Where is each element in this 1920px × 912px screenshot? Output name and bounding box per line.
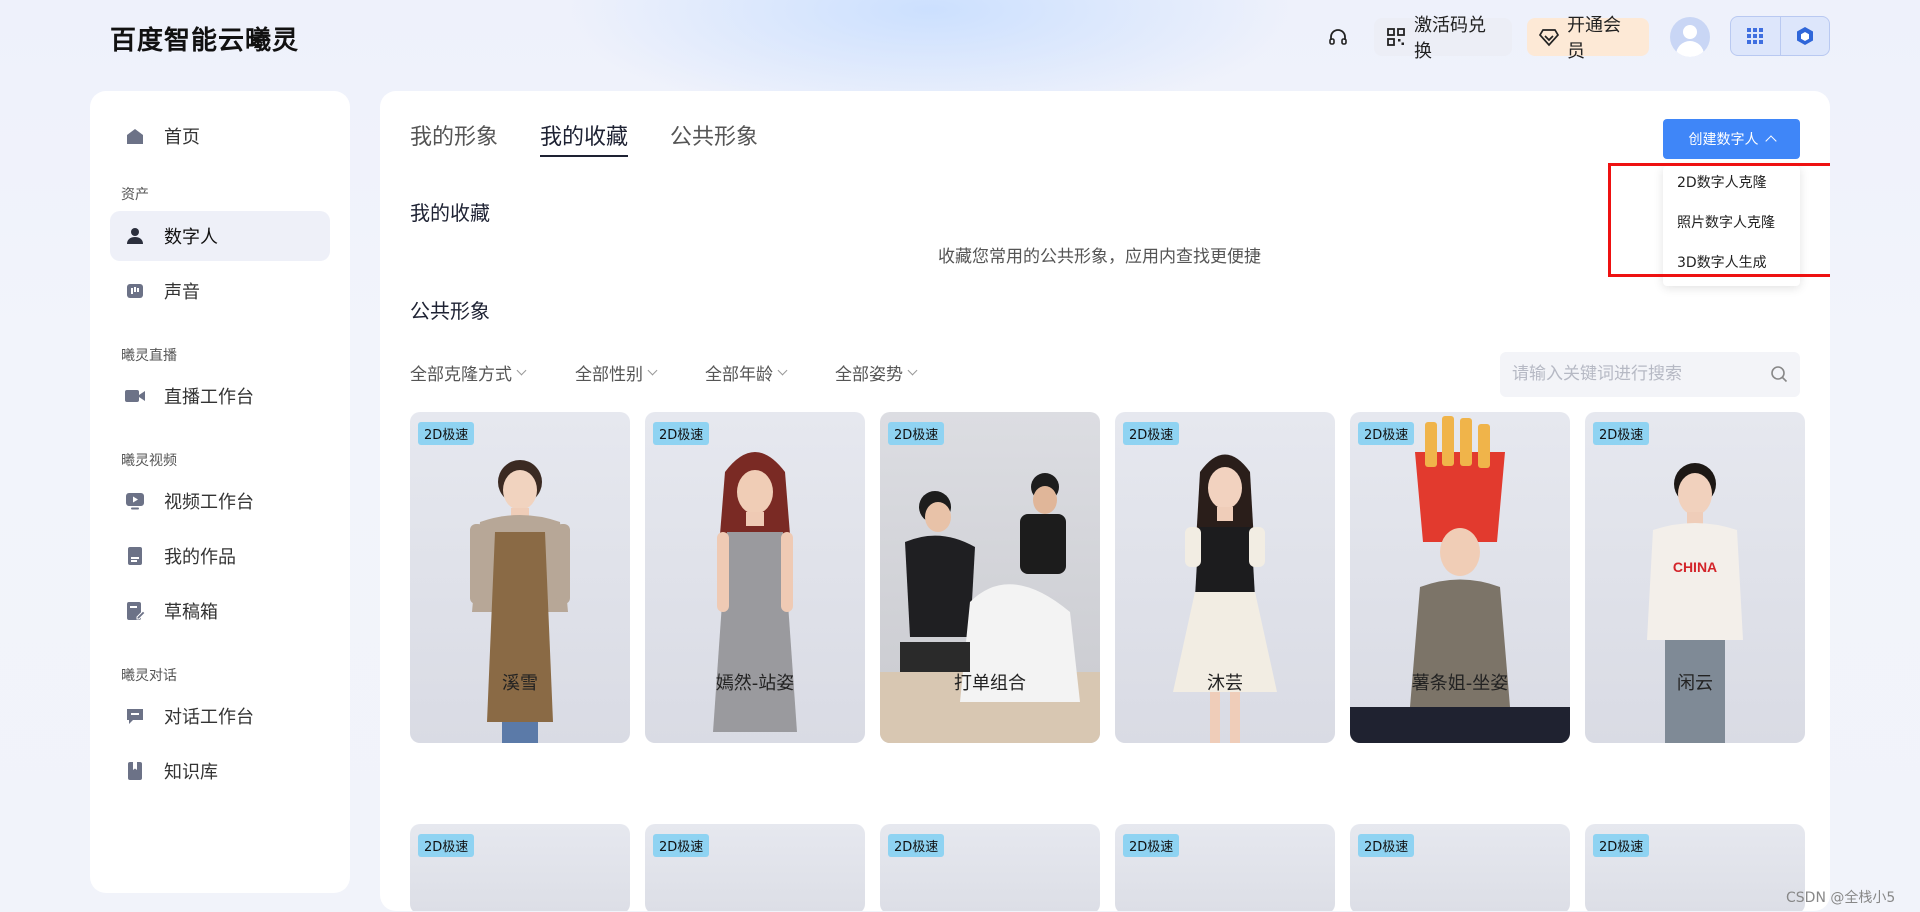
tab-public-avatars[interactable]: 公共形象 — [670, 119, 758, 151]
avatar-card[interactable]: 2D极速 — [1585, 824, 1805, 911]
chevron-up-icon — [1764, 135, 1777, 147]
card-tag: 2D极速 — [653, 834, 710, 857]
sidebar-item-label: 直播工作台 — [164, 387, 254, 408]
sidebar-item-label: 知识库 — [164, 762, 218, 783]
highlight-annotation-box — [1608, 163, 1830, 277]
avatar-card[interactable]: 2D极速 — [410, 824, 630, 911]
apps-grid-icon[interactable] — [1731, 17, 1781, 55]
document-icon — [124, 545, 146, 567]
main-panel: 我的形象 我的收藏 公共形象 创建数字人 2D数字人克隆 照片数字人克隆 3D数… — [380, 91, 1830, 911]
card-name[interactable]: 打单组合 — [880, 669, 1100, 695]
sidebar-item-label: 首页 — [164, 127, 200, 148]
card-tag: 2D极速 — [653, 422, 710, 445]
sidebar-group-live: 曦灵直播 — [121, 348, 177, 364]
voice-icon — [124, 280, 146, 302]
chevron-down-icon — [647, 365, 658, 376]
card-name[interactable]: 薯条姐-坐姿 — [1350, 669, 1570, 695]
filter-label: 全部性别 — [575, 365, 643, 385]
card-name[interactable]: 嫣然-站姿 — [645, 669, 865, 695]
sidebar-item-home[interactable]: 首页 — [110, 111, 330, 161]
video-camera-icon — [124, 385, 146, 407]
favorites-empty-note: 收藏您常用的公共形象，应用内查找更便捷 — [938, 247, 1261, 267]
headset-icon[interactable] — [1320, 20, 1356, 56]
draft-edit-icon — [124, 600, 146, 622]
favorites-section-title: 我的收藏 — [410, 201, 490, 225]
card-tag: 2D极速 — [888, 422, 945, 445]
chevron-down-icon — [907, 365, 918, 376]
shirt-text: CHINA — [1673, 559, 1717, 575]
home-icon — [124, 125, 146, 147]
create-button-label: 创建数字人 — [1688, 132, 1759, 148]
sidebar-item-digital-human[interactable]: 数字人 — [110, 211, 330, 261]
avatar-card[interactable]: 2D极速 — [1350, 824, 1570, 911]
card-tag: 2D极速 — [1593, 834, 1650, 857]
book-icon — [124, 760, 146, 782]
card-tag: 2D极速 — [1123, 422, 1180, 445]
card-tag: 2D极速 — [418, 422, 475, 445]
user-icon — [124, 225, 146, 247]
public-section-title: 公共形象 — [410, 299, 490, 323]
sidebar-item-video-workbench[interactable]: 视频工作台 — [110, 476, 330, 526]
sidebar-item-live-workbench[interactable]: 直播工作台 — [110, 371, 330, 421]
avatar-card[interactable]: 2D极速 — [880, 824, 1100, 911]
watermark-text: CSDN @全栈小5 — [1786, 890, 1896, 906]
create-digital-human-button[interactable]: 创建数字人 — [1663, 119, 1800, 159]
chevron-down-icon — [777, 365, 788, 376]
card-tag: 2D极速 — [888, 834, 945, 857]
card-tag: 2D极速 — [1593, 422, 1650, 445]
vip-label: 开通会员 — [1567, 15, 1621, 62]
filter-age[interactable]: 全部年龄 — [705, 360, 788, 385]
card-tag: 2D极速 — [418, 834, 475, 857]
redeem-label: 激活码兑换 — [1414, 15, 1486, 62]
card-tag: 2D极速 — [1358, 422, 1415, 445]
filter-clone-method[interactable]: 全部克隆方式 — [410, 360, 527, 385]
diamond-icon — [1539, 27, 1559, 47]
sidebar-item-label: 我的作品 — [164, 547, 236, 568]
sidebar-group-chat: 曦灵对话 — [121, 668, 177, 684]
sidebar-item-label: 草稿箱 — [164, 602, 218, 623]
filter-gender[interactable]: 全部性别 — [575, 360, 658, 385]
sidebar-item-my-works[interactable]: 我的作品 — [110, 531, 330, 581]
search-icon[interactable] — [1770, 365, 1788, 387]
sidebar-item-voice[interactable]: 声音 — [110, 266, 330, 316]
sidebar-item-label: 数字人 — [164, 227, 218, 248]
user-avatar[interactable] — [1670, 17, 1710, 57]
redeem-code-button[interactable]: 激活码兑换 — [1374, 15, 1512, 62]
filter-pose[interactable]: 全部姿势 — [835, 360, 918, 385]
search-input[interactable] — [1512, 362, 1752, 386]
avatar-card[interactable]: 2D极速 — [645, 824, 865, 911]
sidebar-item-drafts[interactable]: 草稿箱 — [110, 586, 330, 636]
brand-logo[interactable]: 百度智能云曦灵 — [110, 20, 299, 57]
avatar-card[interactable]: 2D极速 — [1115, 824, 1335, 911]
card-tag: 2D极速 — [1358, 834, 1415, 857]
qr-scan-icon — [1386, 27, 1406, 47]
card-tag: 2D极速 — [1123, 834, 1180, 857]
card-name[interactable]: 闲云 — [1585, 669, 1805, 695]
sidebar: 首页 资产 数字人 声音 曦灵直播 直播工作台 曦灵视频 视频工作台 我的作品 … — [90, 91, 350, 893]
sidebar-item-knowledge-base[interactable]: 知识库 — [110, 746, 330, 796]
vip-button[interactable]: 开通会员 — [1527, 15, 1649, 62]
chevron-down-icon — [516, 365, 527, 376]
cube-icon[interactable] — [1781, 17, 1830, 55]
play-screen-icon — [124, 490, 146, 512]
sidebar-item-label: 声音 — [164, 282, 200, 303]
sidebar-item-chat-workbench[interactable]: 对话工作台 — [110, 691, 330, 741]
top-header: 百度智能云曦灵 激活码兑换 开通会员 — [0, 0, 1920, 76]
filter-label: 全部克隆方式 — [410, 365, 512, 385]
tab-my-favorites[interactable]: 我的收藏 — [540, 119, 629, 157]
filter-label: 全部姿势 — [835, 365, 903, 385]
app-switcher-group — [1730, 16, 1830, 56]
card-name[interactable]: 沐芸 — [1115, 669, 1335, 695]
search-box — [1500, 352, 1800, 397]
sidebar-item-label: 对话工作台 — [164, 707, 254, 728]
tab-my-avatars[interactable]: 我的形象 — [410, 119, 498, 151]
sidebar-item-label: 视频工作台 — [164, 492, 254, 513]
card-name[interactable]: 溪雪 — [410, 669, 630, 695]
filter-label: 全部年龄 — [705, 365, 773, 385]
sidebar-group-assets: 资产 — [121, 187, 149, 203]
sidebar-group-video: 曦灵视频 — [121, 453, 177, 469]
chat-bubble-icon — [124, 705, 146, 727]
